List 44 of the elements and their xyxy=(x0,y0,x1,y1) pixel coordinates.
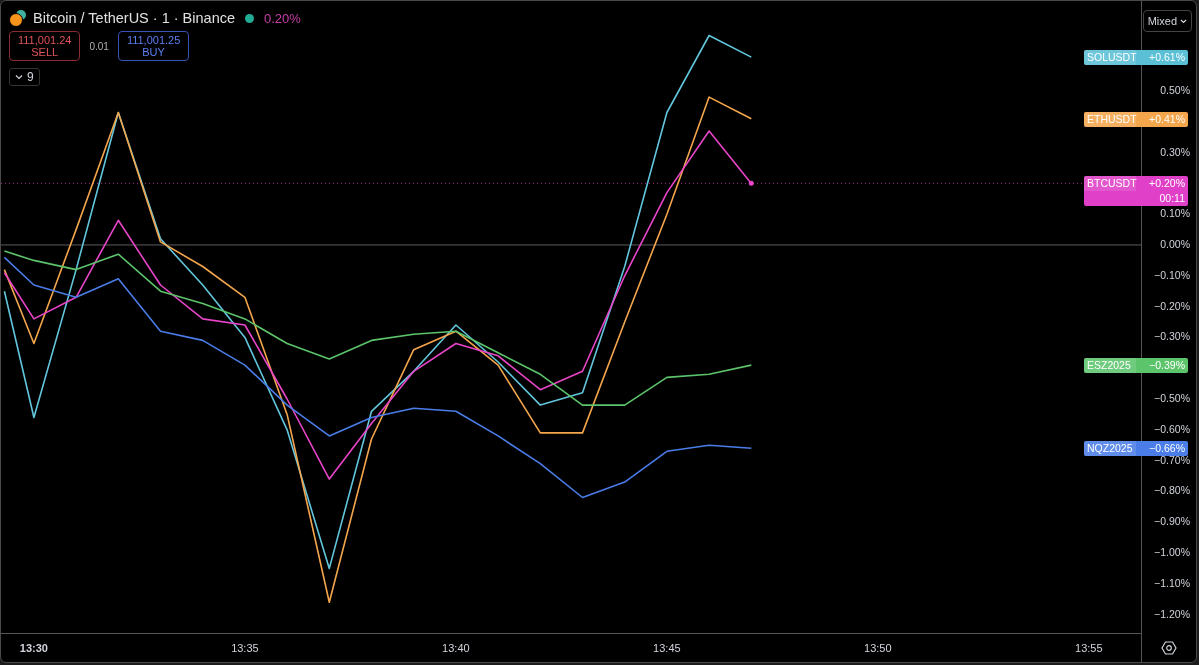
y-axis-label: −1.10% xyxy=(1153,576,1190,589)
symbol-label: NQZ2025 xyxy=(1084,441,1136,457)
y-axis-label: −1.20% xyxy=(1153,607,1190,620)
y-axis-label: 0.30% xyxy=(1159,145,1190,158)
y-axis-label: 0.50% xyxy=(1159,83,1190,96)
y-axis-label: −0.90% xyxy=(1153,515,1190,528)
scale-mode-dropdown[interactable]: Mixed xyxy=(1142,10,1192,32)
change-label: +0.41% xyxy=(1148,111,1185,127)
change-label: +0.20% xyxy=(1148,176,1185,192)
symbol-label: ETHUSDT xyxy=(1084,111,1136,127)
change-label: −0.66% xyxy=(1148,441,1185,456)
caret-icon xyxy=(1180,18,1187,24)
y-axis-label: −1.00% xyxy=(1153,546,1190,558)
y-axis-label: −0.80% xyxy=(1153,484,1190,497)
spread-value: 0.01 xyxy=(88,40,110,52)
countdown-label: 00:11 xyxy=(1158,191,1185,207)
caret-icon xyxy=(15,74,23,80)
settings-icon[interactable] xyxy=(1161,640,1177,656)
x-axis-label: 13:30 xyxy=(18,642,49,654)
sell-button[interactable]: 111,001.24 SELL xyxy=(9,31,81,61)
y-axis-label: −0.30% xyxy=(1153,330,1190,343)
y-axis-label: −0.10% xyxy=(1153,268,1190,281)
indicators-toggle[interactable]: 9 xyxy=(9,68,40,86)
x-axis-label: 13:55 xyxy=(1074,642,1104,654)
buy-button[interactable]: 111,001.25 BUY xyxy=(117,31,190,61)
last-price-dot xyxy=(748,180,754,186)
y-axis-label: −0.50% xyxy=(1153,391,1190,404)
symbol-title[interactable]: Bitcoin / TetherUS · 1 · Binance xyxy=(33,10,236,26)
x-axis-label: 13:35 xyxy=(230,642,260,654)
change-label: −0.39% xyxy=(1148,358,1185,374)
y-axis-label: −0.60% xyxy=(1153,422,1190,435)
x-axis-label: 13:50 xyxy=(863,642,893,654)
y-axis-label: 0.10% xyxy=(1159,207,1190,220)
y-axis-label: 0.00% xyxy=(1159,237,1190,250)
y-axis-label: −0.20% xyxy=(1153,299,1190,312)
symbol-label: SOLUSDT xyxy=(1084,50,1136,66)
coin-icon xyxy=(9,9,27,27)
symbol-label: BTCUSDT xyxy=(1084,176,1136,192)
change-label: +0.61% xyxy=(1148,50,1185,66)
symbol-label: ESZ2025 xyxy=(1084,358,1136,374)
x-axis-label: 13:45 xyxy=(652,642,682,654)
y-axis-label: −0.70% xyxy=(1153,453,1190,466)
change-percent: 0.20% xyxy=(264,10,301,26)
x-axis-label: 13:40 xyxy=(441,642,471,654)
